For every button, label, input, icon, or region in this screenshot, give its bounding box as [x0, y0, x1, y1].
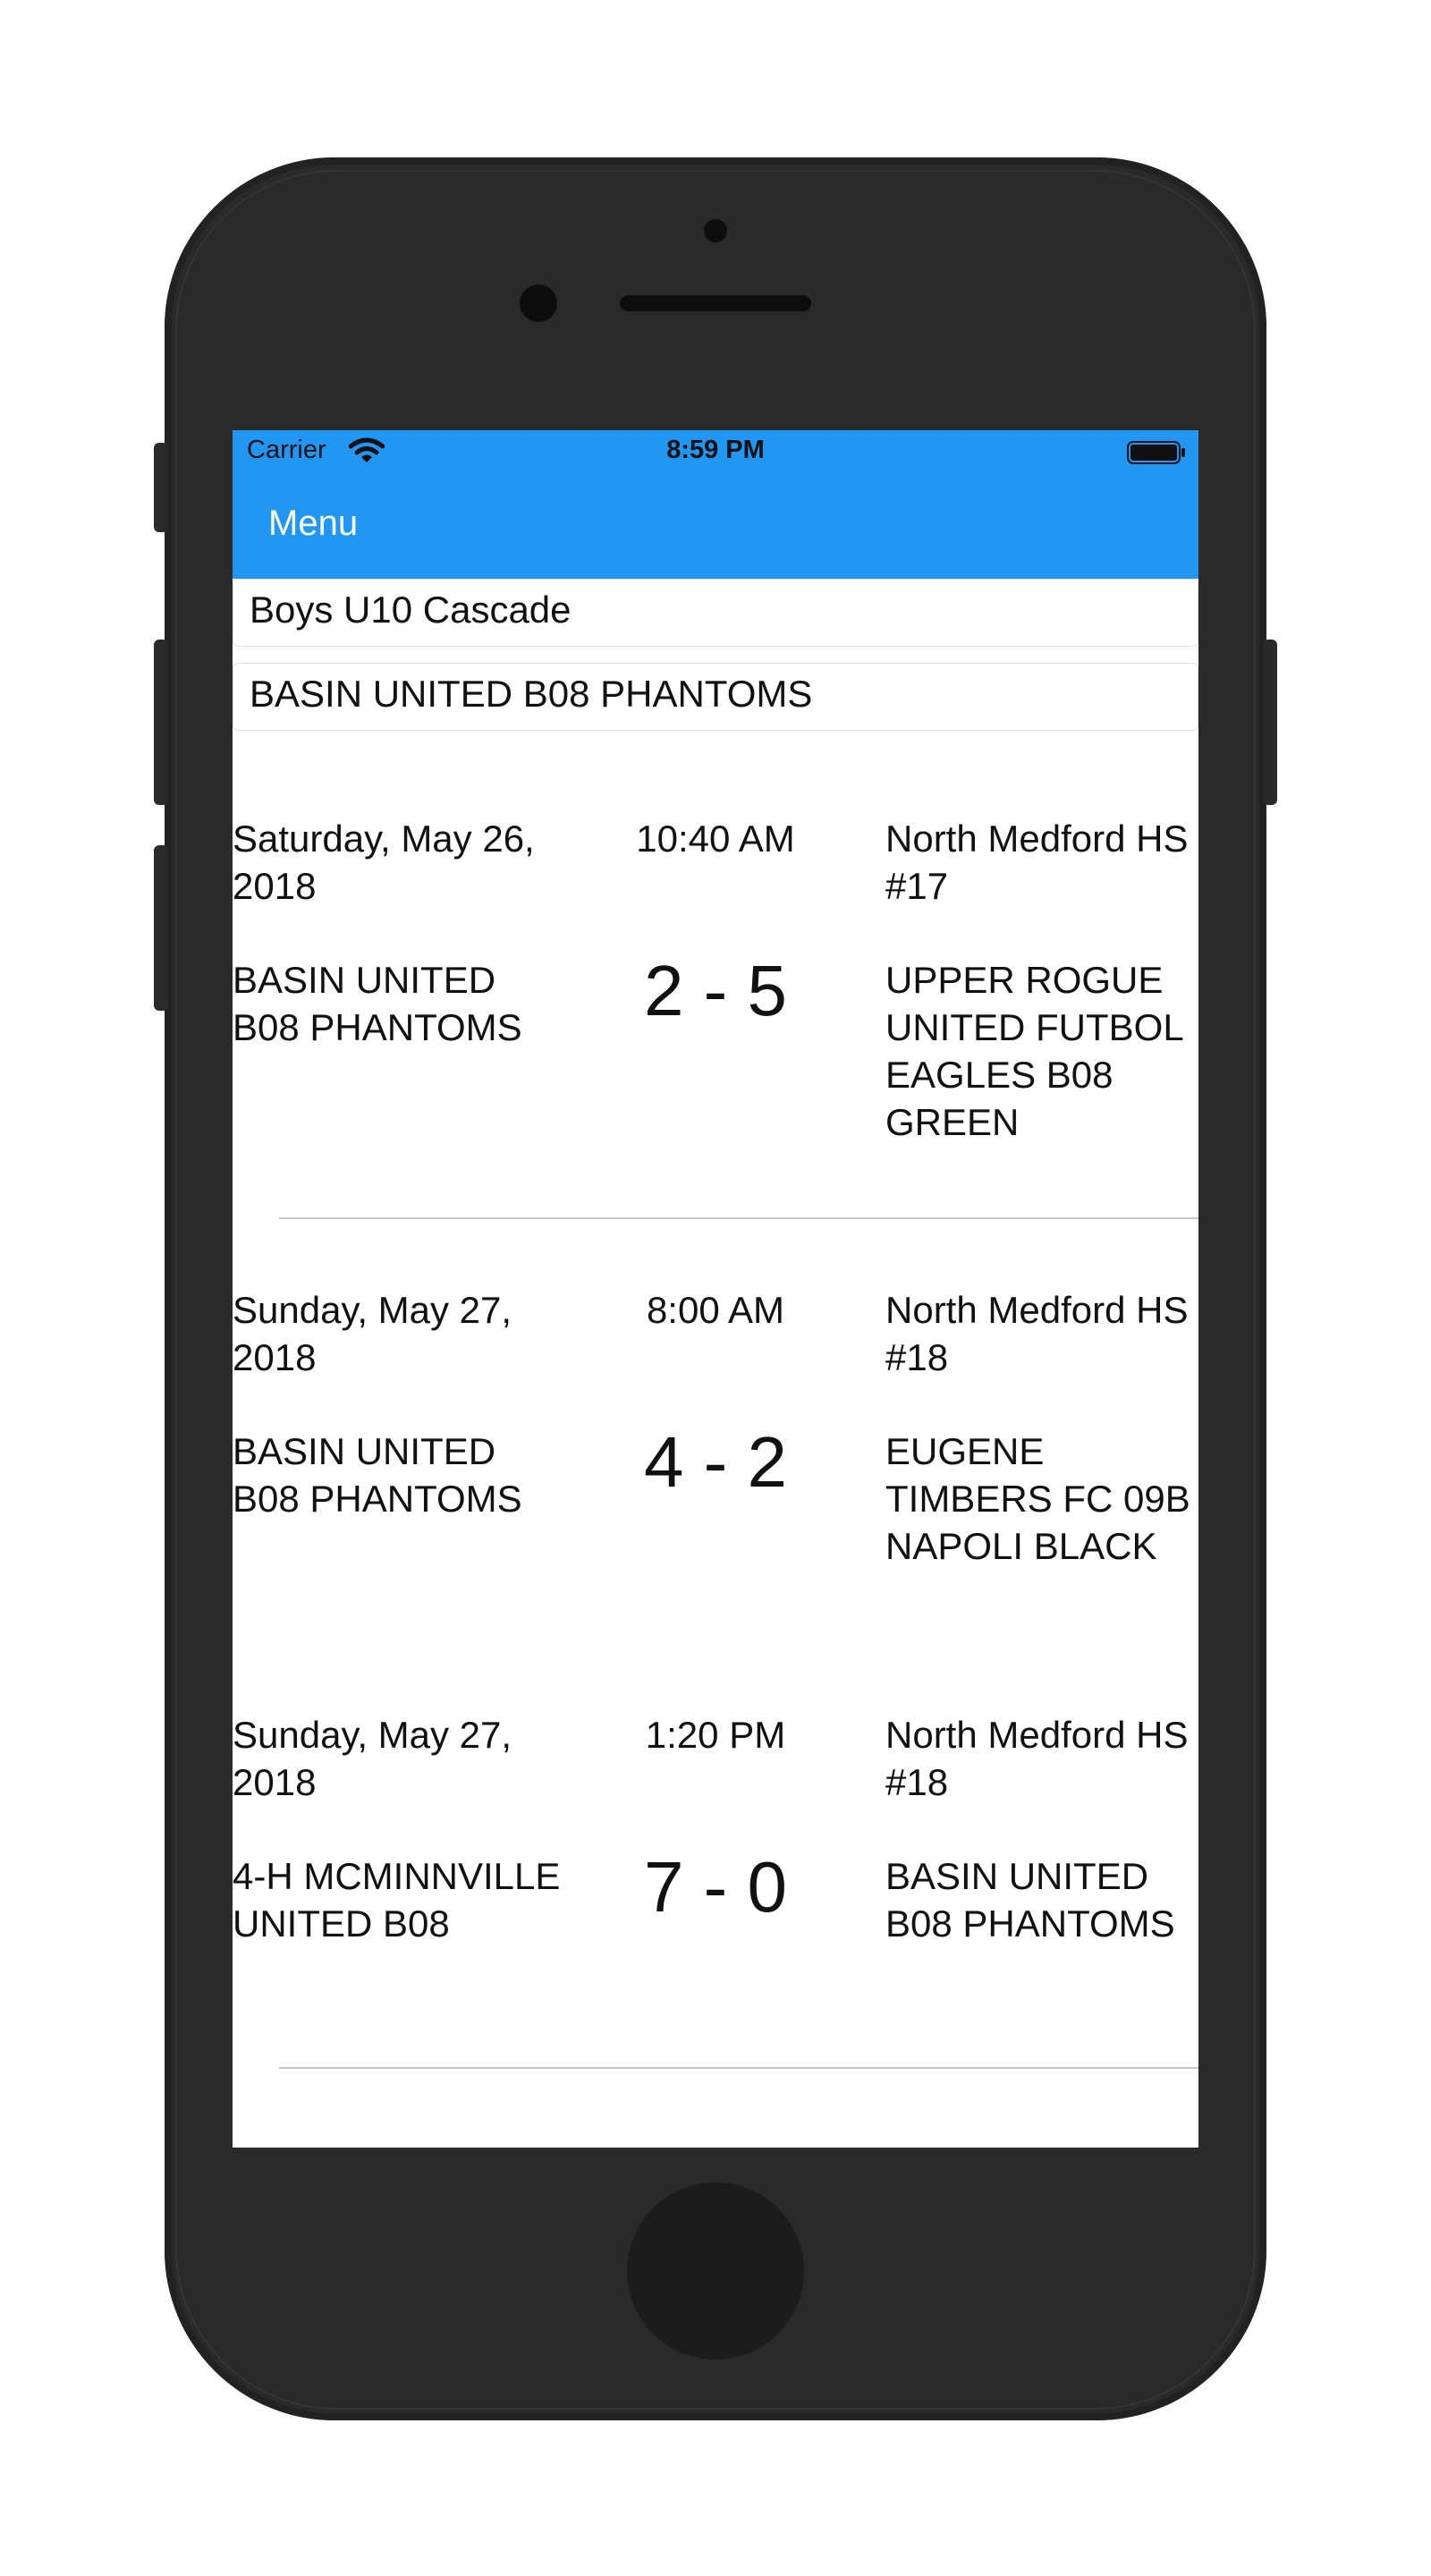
game-venue: North Medford HS #18: [885, 1714, 1189, 1803]
game-score: 4 - 2: [643, 1422, 788, 1502]
game-date: Sunday, May 27, 2018: [233, 1289, 512, 1378]
volume-up-button: [154, 640, 168, 805]
game-date: Sunday, May 27, 2018: [233, 1714, 512, 1803]
game-score: 2 - 5: [643, 951, 788, 1030]
game-date: Saturday, May 26, 2018: [233, 818, 535, 907]
volume-down-button: [154, 845, 168, 1011]
game-time: 8:00 AM: [646, 1289, 785, 1331]
list-divider: [279, 2067, 1198, 2069]
away-team: EUGENE TIMBERS FC 09B NAPOLI BLACK: [885, 1430, 1190, 1567]
game-venue: North Medford HS #17: [885, 818, 1189, 907]
game-time: 1:20 PM: [645, 1714, 786, 1756]
proximity-sensor: [704, 219, 727, 242]
game-score: 7 - 0: [643, 1847, 788, 1927]
game-venue: North Medford HS #18: [885, 1289, 1189, 1378]
away-team: UPPER ROGUE UNITED FUTBOL EAGLES B08 GRE…: [885, 959, 1183, 1143]
app-screen: Carrier 8:59 PM Menu Boys U10 Cascade BA…: [233, 430, 1198, 2148]
game-time: 10:40 AM: [636, 818, 795, 860]
home-team: 4-H MCMINNVILLE UNITED B08: [233, 1855, 561, 1945]
battery-icon: [1127, 441, 1185, 464]
earpiece-speaker: [620, 295, 811, 311]
power-button: [1263, 640, 1277, 805]
list-divider: [279, 1217, 1198, 1219]
home-team: BASIN UNITED B08 PHANTOMS: [233, 1430, 522, 1520]
team-picker[interactable]: BASIN UNITED B08 PHANTOMS: [233, 663, 1198, 731]
away-team: BASIN UNITED B08 PHANTOMS: [885, 1855, 1175, 1945]
status-time: 8:59 PM: [666, 436, 765, 464]
division-picker[interactable]: Boys U10 Cascade: [233, 579, 1198, 647]
home-button[interactable]: [627, 2182, 804, 2360]
menu-button[interactable]: Menu: [268, 504, 358, 544]
home-team: BASIN UNITED B08 PHANTOMS: [233, 959, 522, 1048]
navigation-bar: Carrier 8:59 PM Menu: [233, 430, 1198, 579]
mute-switch: [154, 443, 168, 532]
front-camera: [520, 284, 557, 322]
